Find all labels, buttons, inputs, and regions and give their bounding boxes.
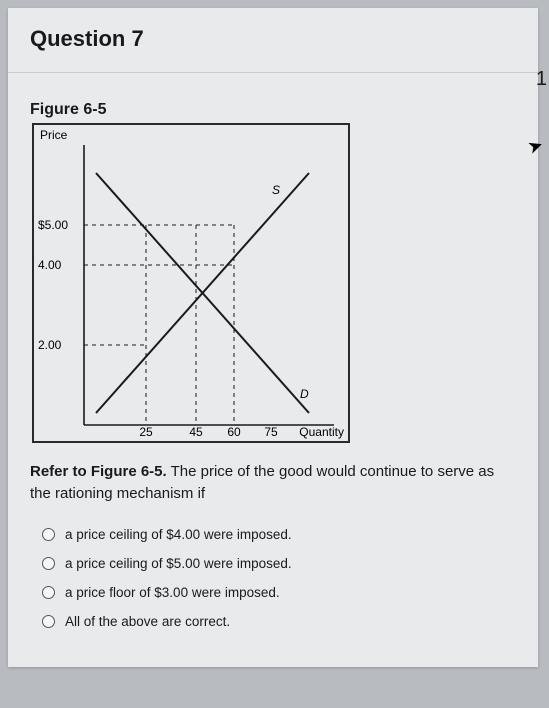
option-c[interactable]: a price floor of $3.00 were imposed. [42,585,516,600]
question-lead: Refer to Figure 6-5. [30,463,167,480]
radio-icon[interactable] [42,557,55,570]
option-b[interactable]: a price ceiling of $5.00 were imposed. [42,556,516,571]
option-d[interactable]: All of the above are correct. [42,614,516,629]
radio-icon[interactable] [42,615,55,628]
figure-title: Figure 6-5 [30,101,516,119]
radio-icon[interactable] [42,528,55,541]
option-label: a price ceiling of $5.00 were imposed. [65,556,292,571]
chart-svg [34,125,352,445]
radio-icon[interactable] [42,586,55,599]
question-text: Refer to Figure 6-5. The price of the go… [30,461,516,505]
question-header: Question 7 [8,8,538,73]
option-label: a price floor of $3.00 were imposed. [65,585,280,600]
option-label: a price ceiling of $4.00 were imposed. [65,527,292,542]
options-list: a price ceiling of $4.00 were imposed. a… [30,527,516,629]
question-title: Question 7 [30,26,516,52]
option-label: All of the above are correct. [65,614,230,629]
question-panel: Question 7 Figure 6-5 Price Quantity $5.… [8,8,538,667]
chart: Price Quantity $5.00 4.00 2.00 25 45 60 … [32,123,350,443]
question-content: Figure 6-5 Price Quantity $5.00 4.00 2.0… [8,73,538,667]
page-number-fragment: 1 [536,68,547,91]
option-a[interactable]: a price ceiling of $4.00 were imposed. [42,527,516,542]
